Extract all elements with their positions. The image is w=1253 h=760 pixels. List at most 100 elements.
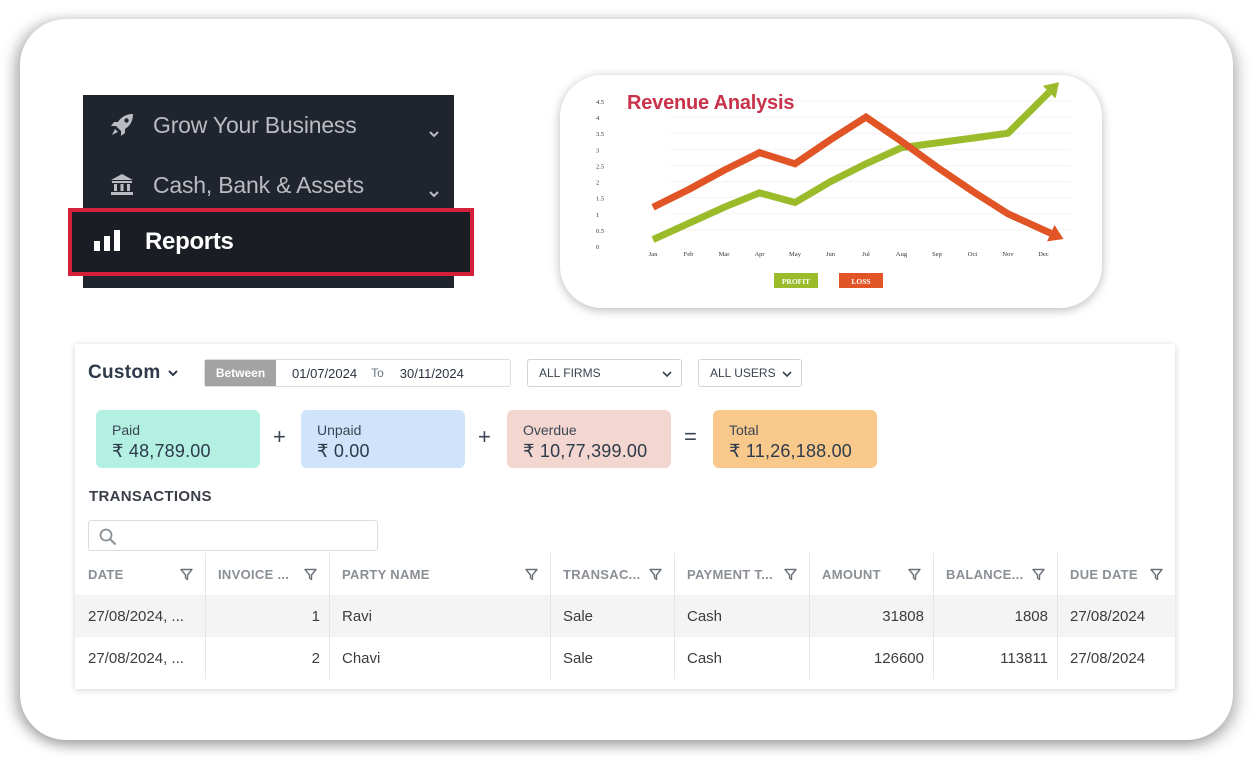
summary-paid: Paid ₹ 48,789.00 [96,410,260,468]
transactions-title: TRANSACTIONS [89,488,212,505]
column-header-invoice[interactable]: INVOICE ... [205,553,329,595]
filter-icon[interactable] [525,568,538,581]
filter-icon[interactable] [304,568,317,581]
x-tick-label: Jun [826,251,836,258]
chevron-down-icon [428,119,440,138]
from-date-input[interactable]: 01/07/2024 [292,366,357,381]
firms-dropdown-value: ALL FIRMS [539,366,601,380]
cell-date: 27/08/2024, ... [88,649,184,667]
y-tick-label: 2.5 [596,163,604,170]
y-tick-label: 2 [596,180,599,187]
cell-payment-type: Cash [687,607,723,625]
equals-operator: = [684,424,697,449]
column-header-party-name[interactable]: PARTY NAME [329,553,550,595]
period-select[interactable]: Custom [88,362,179,384]
x-tick-label: Sep [932,251,942,258]
column-divider[interactable] [550,553,551,679]
x-tick-label: Mar [719,251,731,258]
legend-label-loss: LOSS [851,277,870,286]
summary-unpaid: Unpaid ₹ 0.00 [301,410,465,468]
column-divider[interactable] [329,553,330,679]
plus-operator: + [478,424,491,449]
summary-total-value: ₹ 11,26,188.00 [729,441,853,461]
filter-icon[interactable] [180,568,193,581]
cell-transaction-type: Sale [563,649,594,667]
chevron-down-icon [782,371,792,378]
cell-party-name: Chavi [342,649,381,667]
chevron-down-icon [167,370,178,377]
x-tick-label: Nov [1002,251,1014,258]
filter-icon[interactable] [1150,568,1163,581]
column-divider[interactable] [674,553,675,679]
report-panel: Custom Between 01/07/2024 To 30/11/2024 … [75,344,1175,689]
column-header-date[interactable]: DATE [75,553,205,595]
cell-balance: 113811 [1000,649,1048,667]
column-header-payment-type[interactable]: PAYMENT T... [674,553,809,595]
chevron-down-icon [662,371,672,378]
plus-operator: + [273,424,286,449]
x-tick-label: Jul [862,251,870,258]
column-divider[interactable] [205,553,206,679]
sidebar-item-reports[interactable]: Reports [68,208,474,276]
y-tick-label: 0 [596,244,599,251]
x-tick-label: Dec [1038,251,1049,258]
users-dropdown-value: ALL USERS [710,366,776,380]
cell-party-name: Ravi [342,607,373,625]
sidebar-item-cash-bank-assets[interactable]: Cash, Bank & Assets [83,155,454,215]
x-tick-label: Oct [968,251,978,258]
y-tick-label: 3.5 [596,131,604,138]
to-date-input[interactable]: 30/11/2024 [400,366,464,381]
between-label: Between [205,360,276,386]
summary-overdue-value: ₹ 10,77,399.00 [523,441,648,461]
y-tick-label: 0.5 [596,228,604,235]
column-header-label: DATE [88,566,124,582]
column-header-transaction-type[interactable]: TRANSAC... [550,553,674,595]
table-row[interactable]: 27/08/2024, ... 2 Chavi Sale Cash 126600 11381… [75,637,1175,679]
column-header-amount[interactable]: AMOUNT [809,553,933,595]
period-select-label: Custom [88,362,161,383]
x-tick-label: Aug [896,251,908,258]
filter-icon[interactable] [784,568,797,581]
sidebar-item-grow-your-business[interactable]: Grow Your Business [83,95,454,155]
summary-total: Total ₹ 11,26,188.00 [713,410,877,468]
y-tick-label: 4 [596,115,600,122]
summary-unpaid-value: ₹ 0.00 [317,441,370,461]
column-divider[interactable] [1057,553,1058,679]
column-header-label: INVOICE ... [218,566,290,582]
filter-icon[interactable] [1032,568,1045,581]
y-tick-label: 4.5 [596,99,604,106]
cell-balance: 1808 [1014,607,1048,625]
bar-chart-icon [94,230,124,257]
firms-dropdown[interactable]: ALL FIRMS [527,359,682,387]
cell-invoice: 1 [311,607,320,625]
table-header-row: DATE INVOICE ... PARTY NAME TRANSAC... PAYME… [75,553,1175,595]
x-tick-label: Apr [754,251,765,258]
rocket-icon [108,111,136,139]
sidebar-item-label: Reports [145,228,234,255]
column-header-label: TRANSAC... [563,566,641,582]
date-range: Between 01/07/2024 To 30/11/2024 [204,359,511,387]
table-row[interactable]: 27/08/2024, ... 1 Ravi Sale Cash 31808 1808 27/… [75,595,1175,637]
column-divider[interactable] [933,553,934,679]
column-divider[interactable] [809,553,810,679]
transactions-search-input[interactable] [88,520,378,551]
column-header-label: DUE DATE [1070,566,1138,582]
to-label: To [371,366,384,380]
column-header-label: AMOUNT [822,566,881,582]
search-icon [99,528,117,551]
filter-icon[interactable] [908,568,921,581]
x-tick-label: May [789,251,802,258]
chart-title: Revenue Analysis [627,92,795,114]
cell-amount: 31808 [882,607,924,625]
sidebar-item-label: Grow Your Business [153,111,357,138]
summary-overdue: Overdue ₹ 10,77,399.00 [507,410,671,468]
column-header-label: PARTY NAME [342,566,430,582]
filter-icon[interactable] [649,568,662,581]
summary-paid-value: ₹ 48,789.00 [112,441,211,461]
cell-date: 27/08/2024, ... [88,607,184,625]
summary-overdue-label: Overdue [523,422,577,438]
column-header-balance[interactable]: BALANCE... [933,553,1057,595]
column-header-due-date[interactable]: DUE DATE [1057,553,1175,595]
users-dropdown[interactable]: ALL USERS [698,359,802,387]
chevron-down-icon [428,179,440,198]
